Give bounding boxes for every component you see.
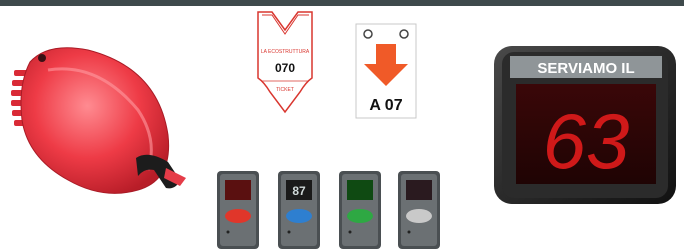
remote-button xyxy=(286,209,312,223)
ticket-brand-text: LA ECOSTRUTTURA xyxy=(261,49,310,55)
tear-ticket-image: LA ECOSTRUTTURA 070 TICKET xyxy=(254,8,316,116)
wall-display-image: SERVIAMO IL 63 xyxy=(490,40,680,210)
remote-button xyxy=(347,209,373,223)
remote-red xyxy=(216,170,260,250)
arrow-ticket-image: A 07 xyxy=(352,22,422,122)
ticket-footer-text: TICKET xyxy=(276,87,294,93)
ticket-code: A 07 xyxy=(369,97,402,114)
ticket-number: 070 xyxy=(275,61,295,75)
top-bar xyxy=(0,0,684,6)
remote-blue: 87 xyxy=(277,170,321,250)
remote-grey xyxy=(397,170,441,250)
remote-button xyxy=(225,209,251,223)
remote-button xyxy=(406,209,432,223)
display-header: SERVIAMO IL xyxy=(537,60,634,77)
remote-green xyxy=(338,170,382,250)
display-number: 63 xyxy=(543,97,630,185)
remote-digits: 87 xyxy=(292,184,306,198)
ticket-dispenser-image xyxy=(8,40,188,205)
